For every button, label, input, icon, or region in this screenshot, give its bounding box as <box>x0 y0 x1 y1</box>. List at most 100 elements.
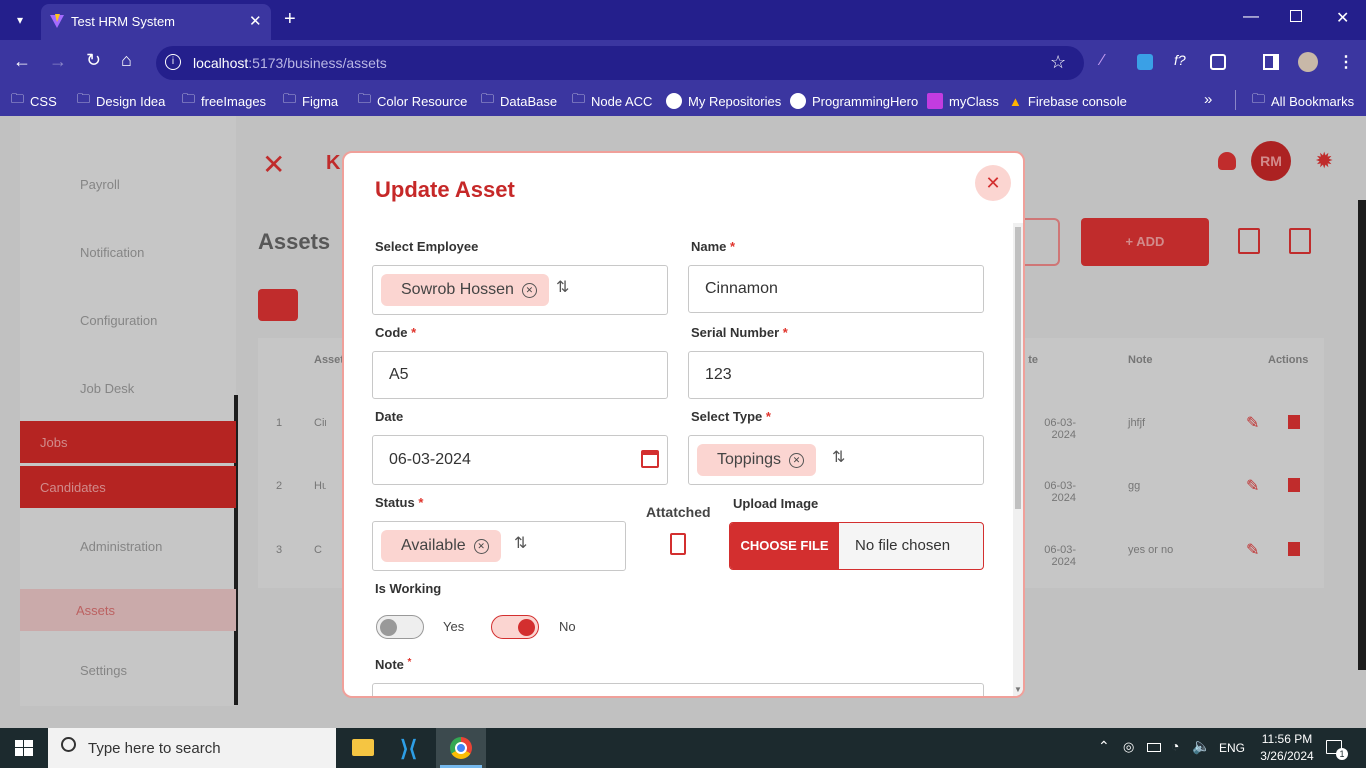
close-window-icon[interactable]: ✕ <box>1336 8 1349 28</box>
employee-chip[interactable]: Sowrob Hossen ✕ <box>381 274 549 306</box>
clock-date[interactable]: 3/26/2024 <box>1254 749 1320 763</box>
bookmark-item[interactable]: ▲ Firebase console <box>1009 92 1127 110</box>
bookmark-item[interactable]: 🗀 freeImages <box>182 91 266 110</box>
note-textarea[interactable] <box>372 683 984 696</box>
taskbar-search[interactable]: Type here to search <box>48 728 336 768</box>
bookmark-item[interactable]: 🗀 Color Resource <box>358 91 467 110</box>
folder-icon: 🗀 <box>11 91 25 106</box>
document-icon[interactable] <box>670 533 686 555</box>
forward-icon[interactable]: → <box>49 51 67 72</box>
serial-number-input[interactable]: 123 <box>688 351 984 399</box>
type-label: Select Type * <box>691 409 771 424</box>
color-extension-icon[interactable] <box>1137 54 1153 70</box>
folder-icon: 🗀 <box>572 91 586 106</box>
required-mark: * <box>730 239 736 254</box>
bookmark-item[interactable]: ProgrammingHero <box>790 92 918 110</box>
chip-remove-icon[interactable]: ✕ <box>521 282 537 298</box>
sort-icon[interactable]: ⇅ <box>556 277 569 297</box>
address-bar[interactable]: i localhost:5173/business/assets ☆ <box>156 46 1084 80</box>
chip-remove-icon[interactable]: ✕ <box>473 538 489 554</box>
yes-label: Yes <box>443 619 465 634</box>
chrome-taskbar-button[interactable] <box>436 728 486 768</box>
folder-icon: 🗀 <box>77 91 91 106</box>
extensions-area: ⁄ f? ⋮ <box>1100 52 1360 74</box>
home-icon[interactable]: ⌂ <box>121 50 132 71</box>
name-label-text: Name <box>691 239 727 254</box>
type-select[interactable]: Toppings ✕ ⇅ <box>688 435 984 485</box>
calendar-icon[interactable] <box>641 450 659 468</box>
reload-icon[interactable]: ↻ <box>86 50 101 71</box>
bookmark-item[interactable]: 🗀 Design Idea <box>77 91 166 110</box>
scroll-down-icon[interactable]: ▼ <box>1014 685 1022 694</box>
divider <box>1235 90 1236 110</box>
serial-value: 123 <box>705 366 732 383</box>
file-explorer-icon[interactable] <box>352 739 374 756</box>
close-tab-icon[interactable]: ✕ <box>249 12 262 30</box>
modal-scrollbar[interactable]: ▼ <box>1013 223 1023 696</box>
volume-icon[interactable]: 🔈 <box>1192 737 1211 755</box>
serial-label: Serial Number * <box>691 325 788 340</box>
vscode-icon[interactable]: ⟩⟨ <box>400 736 417 762</box>
vite-logo-icon <box>49 13 65 29</box>
folder-icon: 🗀 <box>182 91 196 106</box>
bookmarks-bar: 🗀 CSS 🗀 Design Idea 🗀 freeImages 🗀 Figma 🗀 Co… <box>0 86 1366 116</box>
language-indicator[interactable]: ENG <box>1219 741 1245 755</box>
bookmark-star-icon[interactable]: ☆ <box>1050 52 1066 73</box>
profile-avatar-icon[interactable] <box>1298 52 1318 72</box>
bookmark-label: My Repositories <box>688 93 782 109</box>
close-modal-button[interactable]: ✕ <box>975 165 1011 201</box>
bookmark-item[interactable]: 🗀 DataBase <box>481 91 557 110</box>
date-input[interactable]: 06-03-2024 <box>372 435 668 485</box>
back-icon[interactable]: ← <box>13 51 31 72</box>
new-tab-icon[interactable]: + <box>284 8 296 31</box>
bookmark-item[interactable]: 🗀 Figma <box>283 91 338 110</box>
name-input[interactable]: Cinnamon <box>688 265 984 313</box>
bookmark-label: Design Idea <box>96 93 166 109</box>
browser-menu-icon[interactable]: ⋮ <box>1338 52 1354 72</box>
bookmark-item[interactable]: My Repositories <box>666 92 781 110</box>
sort-icon[interactable]: ⇅ <box>832 447 845 467</box>
side-panel-icon[interactable] <box>1263 54 1279 70</box>
bookmark-item[interactable]: 🗀 CSS <box>11 91 57 110</box>
no-label: No <box>559 619 576 634</box>
wifi-icon[interactable]: ◔ <box>1171 738 1179 754</box>
required-mark: * <box>418 495 424 510</box>
meet-icon[interactable]: ◎ <box>1123 739 1134 755</box>
scrollbar-thumb[interactable] <box>1015 227 1021 509</box>
choose-file-button[interactable]: CHOOSE FILE <box>730 523 839 569</box>
type-chip[interactable]: Toppings ✕ <box>697 444 817 476</box>
windows-start-icon[interactable] <box>15 740 33 756</box>
restore-icon[interactable] <box>1290 10 1302 22</box>
feather-extension-icon[interactable]: ⁄ <box>1101 52 1104 70</box>
toggle-no[interactable] <box>491 615 539 639</box>
battery-icon[interactable] <box>1147 743 1161 752</box>
status-chip[interactable]: Available ✕ <box>381 530 501 562</box>
close-icon: ✕ <box>985 173 1001 193</box>
status-select[interactable]: Available ✕ ⇅ <box>372 521 626 571</box>
more-bookmarks-icon[interactable]: » <box>1204 91 1212 108</box>
browser-tab[interactable]: Test HRM System ✕ <box>41 4 271 40</box>
choose-file-label: CHOOSE FILE <box>740 538 829 553</box>
chip-label: Sowrob Hossen <box>401 281 514 298</box>
upload-control[interactable]: CHOOSE FILE No file chosen <box>729 522 984 570</box>
sort-icon[interactable]: ⇅ <box>514 533 527 553</box>
tab-list-button[interactable]: ▾ <box>10 10 30 30</box>
show-hidden-icons[interactable]: ⌃ <box>1098 738 1110 755</box>
code-input[interactable]: A5 <box>372 351 668 399</box>
employee-select[interactable]: Sowrob Hossen ✕ ⇅ <box>372 265 668 315</box>
firebase-icon: ▲ <box>1009 93 1022 109</box>
minimize-icon[interactable]: — <box>1243 8 1259 26</box>
extensions-icon[interactable] <box>1210 54 1226 70</box>
toggle-yes[interactable] <box>376 615 424 639</box>
fx-extension-icon[interactable]: f? <box>1174 52 1186 68</box>
url-text: localhost:5173/business/assets <box>193 55 387 71</box>
chip-remove-icon[interactable]: ✕ <box>789 452 805 468</box>
all-bookmarks[interactable]: 🗀 All Bookmarks <box>1252 91 1354 110</box>
bookmark-item[interactable]: myClass <box>927 92 999 110</box>
code-label: Code * <box>375 325 416 340</box>
site-info-icon[interactable]: i <box>165 54 181 70</box>
bookmark-item[interactable]: 🗀 Node ACC <box>572 91 652 110</box>
search-placeholder: Type here to search <box>88 740 221 757</box>
employee-label: Select Employee <box>375 239 479 254</box>
clock-time[interactable]: 11:56 PM <box>1257 732 1317 746</box>
